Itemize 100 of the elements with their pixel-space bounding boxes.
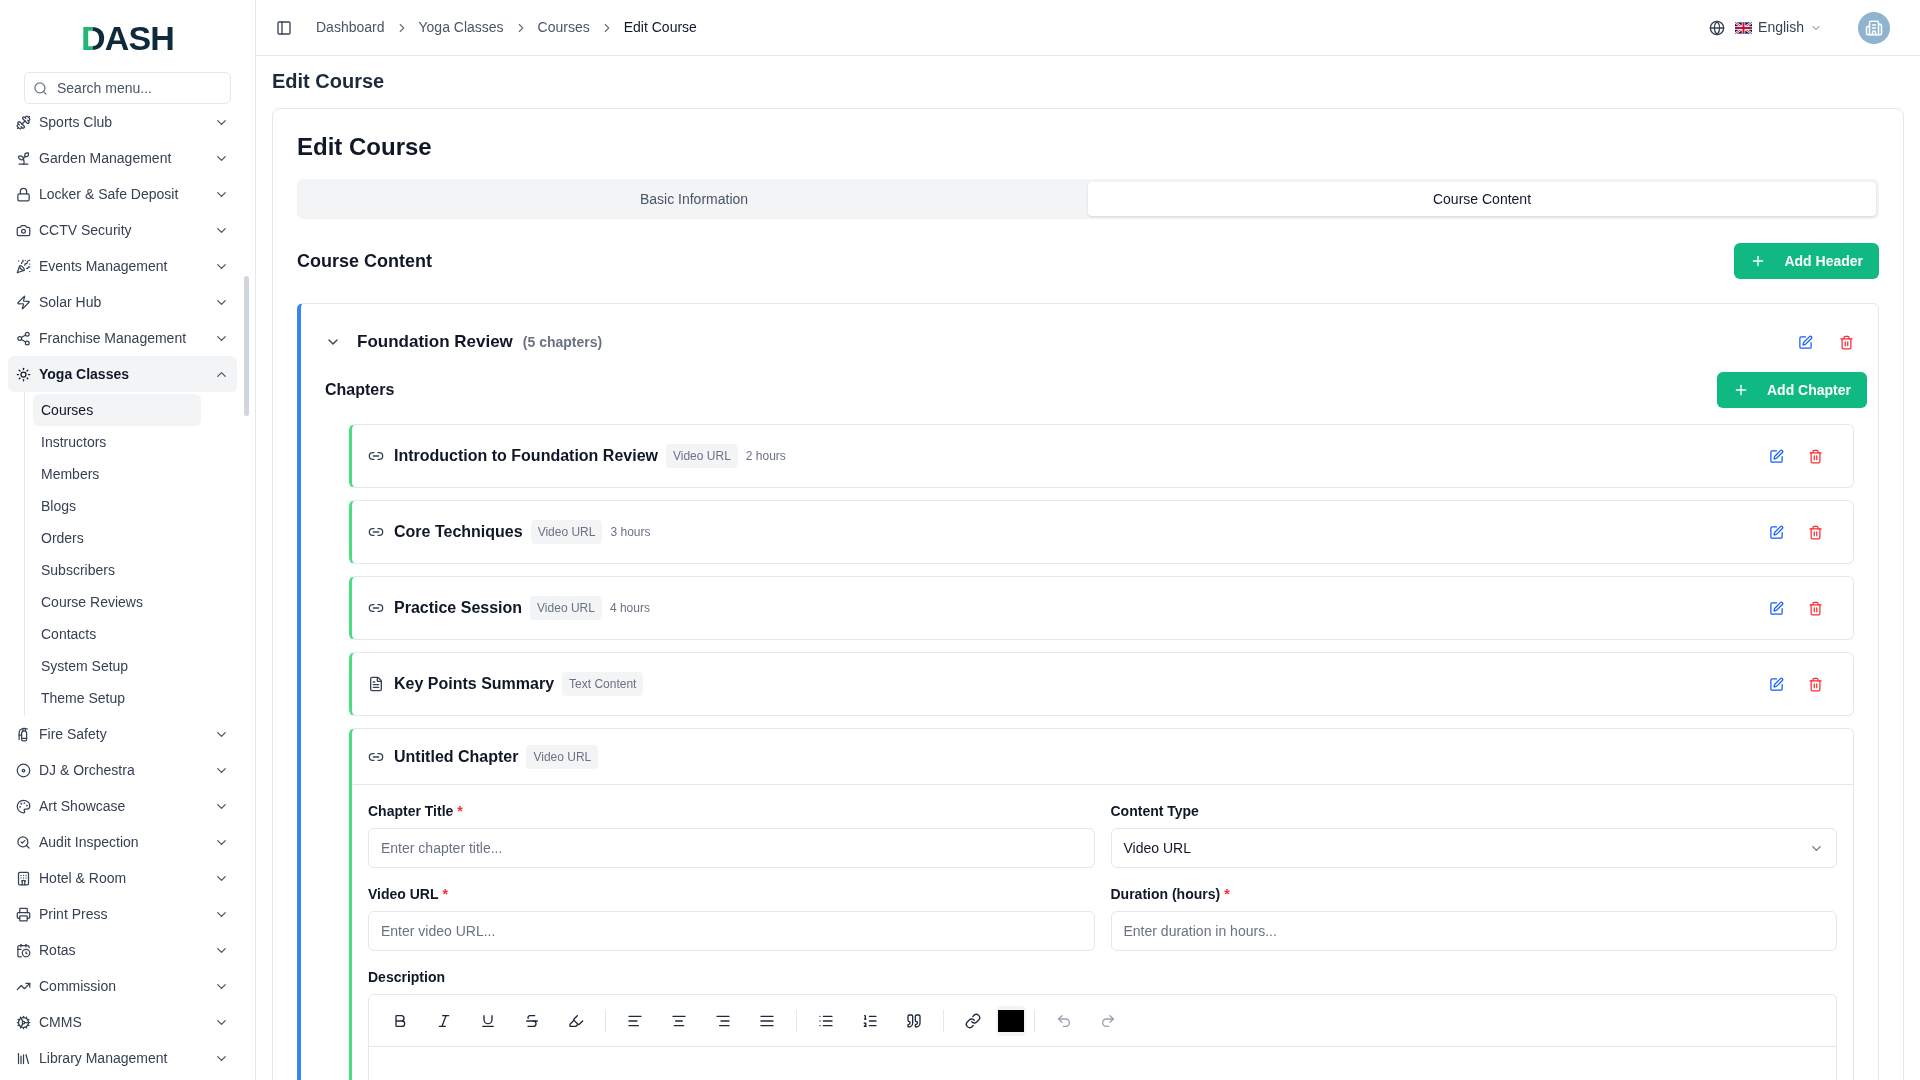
sun-icon [16, 366, 31, 382]
sidebar-item[interactable]: Events Management [8, 248, 237, 284]
delete-icon[interactable] [1808, 676, 1823, 692]
document-icon [368, 676, 384, 692]
sidebar-item[interactable]: DJ & Orchestra [8, 752, 237, 788]
chapter-count: (5 chapters) [522, 332, 603, 352]
sidebar-item[interactable]: Library Management [8, 1040, 237, 1076]
sidebar-item[interactable]: Art Showcase [8, 788, 237, 824]
hotel-icon [16, 870, 31, 886]
submenu-item[interactable]: Theme Setup [33, 682, 201, 714]
highlighter-icon[interactable] [568, 1012, 584, 1029]
color-swatch[interactable] [998, 1009, 1024, 1032]
plus-icon [1733, 382, 1749, 398]
input-field[interactable]: Enter chapter title... [368, 828, 1095, 868]
sidebar-item[interactable]: Sports Club [8, 104, 237, 140]
submenu-item[interactable]: System Setup [33, 650, 201, 682]
submenu-item[interactable]: Instructors [33, 426, 201, 458]
required-mark: * [442, 885, 448, 904]
quote-icon[interactable] [906, 1012, 922, 1029]
sidebar-item[interactable]: CMMS [8, 1004, 237, 1040]
content-type-tag: Video URL [526, 744, 599, 769]
submenu-item[interactable]: Subscribers [33, 554, 201, 586]
printer-icon [16, 906, 31, 922]
sidebar-item[interactable]: Hotel & Room [8, 860, 237, 896]
palette-icon [16, 798, 31, 814]
field-label: Chapter Title [368, 802, 454, 821]
card-title: Edit Course [297, 132, 433, 162]
numbered-list-icon[interactable] [862, 1012, 878, 1029]
submenu-item[interactable]: Courses [33, 394, 201, 426]
sidebar-item[interactable]: Commission [8, 968, 237, 1004]
chapter-title: Untitled Chapter [394, 746, 519, 767]
dumbbell-icon [16, 114, 31, 130]
undo-icon[interactable] [1056, 1012, 1072, 1029]
scrollbar-thumb[interactable] [244, 276, 249, 416]
submenu-item[interactable]: Orders [33, 522, 201, 554]
field-label: Description [368, 968, 446, 987]
edit-icon[interactable] [1798, 334, 1813, 350]
required-mark: * [1224, 885, 1230, 904]
select-field[interactable]: Video URL [1110, 828, 1837, 868]
field-label: Video URL [368, 885, 439, 904]
sidebar-item[interactable]: Fire Safety [8, 716, 237, 752]
bold-icon[interactable] [392, 1012, 408, 1029]
submenu-item[interactable]: Blogs [33, 490, 201, 522]
sidebar-item[interactable]: Locker & Safe Deposit [8, 176, 237, 212]
edit-icon[interactable] [1769, 524, 1784, 540]
breadcrumb-item[interactable]: Dashboard [316, 17, 385, 38]
delete-icon[interactable] [1808, 600, 1823, 616]
sidebar-item[interactable]: Rotas [8, 932, 237, 968]
disc-icon [16, 762, 31, 778]
input-field[interactable]: Enter duration in hours... [1110, 911, 1837, 951]
sidebar-item[interactable]: Print Press [8, 896, 237, 932]
header-title: Foundation Review [357, 331, 513, 354]
content-type-tag: Video URL [530, 596, 602, 620]
sprout-icon [16, 150, 31, 166]
party-popper-icon [16, 258, 31, 274]
edit-icon[interactable] [1769, 600, 1784, 616]
delete-icon[interactable] [1808, 448, 1823, 464]
building-icon [1865, 18, 1883, 37]
edit-icon[interactable] [1769, 676, 1784, 692]
link-icon[interactable] [965, 1012, 981, 1029]
sidebar-item[interactable]: Yoga Classes [8, 356, 237, 392]
calendar-clock-icon [16, 942, 31, 958]
input-field[interactable]: Enter video URL... [368, 911, 1095, 951]
sidebar-item[interactable]: Franchise Management [8, 320, 237, 356]
lock-icon [16, 186, 31, 202]
delete-icon[interactable] [1808, 524, 1823, 540]
italic-icon[interactable] [436, 1012, 452, 1029]
breadcrumb-item[interactable]: Yoga Classes [418, 17, 504, 38]
language-selector[interactable]: English [1735, 17, 1822, 38]
sidebar-item[interactable]: Garden Management [8, 140, 237, 176]
field-label: Duration (hours) [1110, 885, 1221, 904]
search-icon [33, 81, 48, 96]
tab[interactable]: Course Content [1088, 182, 1876, 216]
chapter-title: Practice Session [394, 598, 523, 618]
duration-text: 2 hours [745, 448, 786, 465]
underline-icon[interactable] [480, 1012, 496, 1029]
flag-icon [1735, 21, 1753, 34]
chapter-title: Core Techniques [394, 522, 523, 542]
breadcrumb-item[interactable]: Courses [537, 17, 590, 38]
edit-icon[interactable] [1769, 448, 1784, 464]
tab[interactable]: Basic Information [300, 182, 1088, 216]
sidebar-item[interactable]: Solar Hub [8, 284, 237, 320]
submenu-item[interactable]: Course Reviews [33, 586, 201, 618]
chapters-heading: Chapters [325, 380, 395, 400]
content-type-tag: Text Content [562, 672, 644, 696]
search-field[interactable]: Search menu... [24, 72, 231, 104]
cog-icon [16, 1014, 31, 1030]
content-type-tag: Video URL [666, 444, 738, 468]
duration-text: 4 hours [609, 600, 650, 617]
sidebar-item[interactable]: CCTV Security [8, 212, 237, 248]
breadcrumb-item: Edit Course [623, 18, 697, 37]
submenu-item[interactable]: Contacts [33, 618, 201, 650]
sidebar-toggle-icon[interactable] [276, 19, 292, 36]
library-icon [16, 1050, 31, 1066]
submenu-item[interactable]: Members [33, 458, 201, 490]
delete-icon[interactable] [1839, 334, 1854, 350]
globe-icon [1709, 19, 1726, 36]
fire-extinguisher-icon [16, 726, 31, 742]
sidebar-item[interactable]: Audit Inspection [8, 824, 237, 860]
strikethrough-icon[interactable] [524, 1012, 540, 1029]
